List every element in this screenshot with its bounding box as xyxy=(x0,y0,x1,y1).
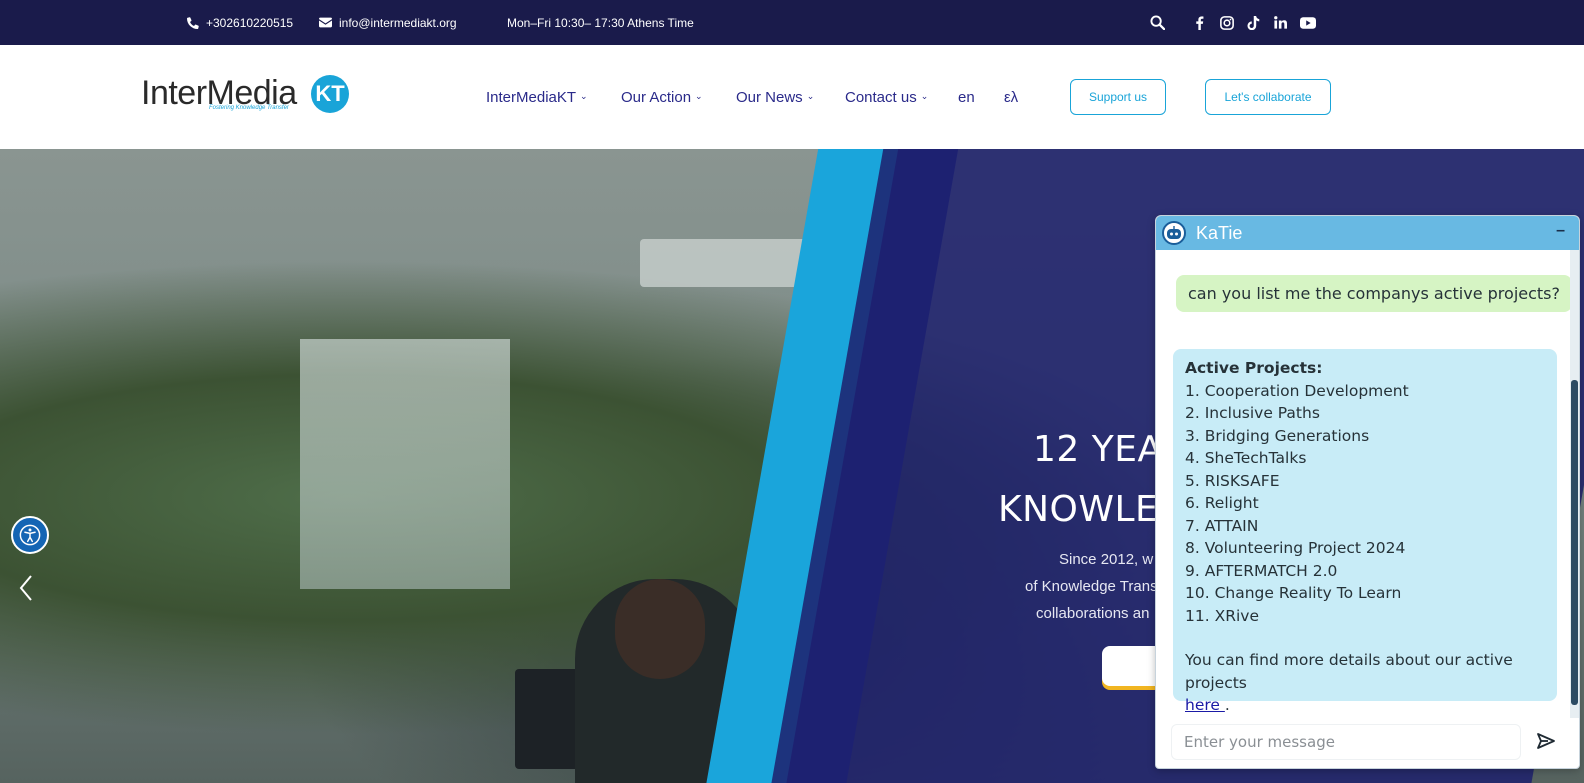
hours-text: Mon–Fri 10:30– 17:30 Athens Time xyxy=(507,15,694,30)
project-item: 8. Volunteering Project 2024 xyxy=(1185,539,1406,557)
email-contact[interactable]: info@intermediakt.org xyxy=(319,0,457,45)
lang-el[interactable]: ελ xyxy=(1004,89,1018,106)
project-list: 1. Cooperation Development 2. Inclusive … xyxy=(1185,380,1545,628)
chevron-down-icon: ⌄ xyxy=(580,90,588,101)
nav-label: Contact us xyxy=(845,88,917,106)
facebook-icon[interactable] xyxy=(1186,15,1213,30)
nav-item-our-action[interactable]: Our Action ⌄ xyxy=(621,89,703,106)
slider-prev-button[interactable] xyxy=(18,574,34,608)
logo-mark: KT xyxy=(311,75,349,113)
lets-collaborate-button[interactable]: Let's collaborate xyxy=(1205,79,1331,115)
phone-contact[interactable]: +302610220515 xyxy=(187,0,293,45)
envelope-icon xyxy=(319,17,332,28)
project-item: 1. Cooperation Development xyxy=(1185,381,1409,400)
bot-avatar-icon xyxy=(1162,221,1186,245)
chat-widget: KaTie – can you list me the companys act… xyxy=(1155,215,1580,769)
project-item: 10. Change Reality To Learn xyxy=(1185,584,1402,602)
nav-item-contact-us[interactable]: Contact us ⌄ xyxy=(845,89,928,106)
lang-en[interactable]: en xyxy=(958,89,975,106)
chevron-down-icon: ⌄ xyxy=(920,90,929,101)
email-text: info@intermediakt.org xyxy=(339,15,457,30)
site-logo[interactable]: InterMedia KT Fostering Knowledge Transf… xyxy=(141,73,353,117)
hero-photo-person-head xyxy=(615,579,705,679)
phone-text: +302610220515 xyxy=(206,15,294,30)
hero-subtitle-line1: Since 2012, w xyxy=(1059,551,1154,568)
user-message: can you list me the companys active proj… xyxy=(1176,275,1572,312)
logo-tagline: Fostering Knowledge Transfer xyxy=(209,105,289,111)
nav-label: ελ xyxy=(1004,88,1019,106)
accessibility-button[interactable] xyxy=(11,516,49,554)
chat-header: KaTie – xyxy=(1156,216,1579,250)
linkedin-icon[interactable] xyxy=(1267,16,1294,29)
hero-subtitle-line2: of Knowledge Trans xyxy=(1025,578,1158,595)
nav-label: Our News xyxy=(736,88,803,106)
link-suffix: . xyxy=(1224,696,1230,714)
bot-message: Active Projects: 1. Cooperation Developm… xyxy=(1173,349,1557,714)
chat-scrollbar-thumb[interactable] xyxy=(1571,380,1578,705)
nav-label: Our Action xyxy=(621,88,692,106)
nav-label: en xyxy=(958,88,975,106)
project-item: 6. Relight xyxy=(1185,494,1259,512)
accessibility-icon xyxy=(19,524,41,546)
phone-icon xyxy=(187,16,199,29)
chat-title: KaTie xyxy=(1196,223,1243,243)
project-item: 2. Inclusive Paths xyxy=(1185,404,1320,422)
send-button[interactable] xyxy=(1536,731,1558,753)
chat-scrollbar[interactable] xyxy=(1570,250,1579,718)
chevron-left-icon xyxy=(19,575,32,601)
projects-link[interactable]: here xyxy=(1185,696,1225,714)
support-us-button[interactable]: Support us xyxy=(1070,79,1166,115)
chevron-down-icon: ⌄ xyxy=(806,90,815,101)
chevron-down-icon: ⌄ xyxy=(695,90,703,101)
send-icon xyxy=(1537,733,1555,749)
project-item: 11. XRive xyxy=(1185,606,1259,625)
project-item: 5. RISKSAFE xyxy=(1185,471,1280,490)
office-hours: Mon–Fri 10:30– 17:30 Athens Time xyxy=(507,0,694,45)
tiktok-icon[interactable] xyxy=(1240,15,1267,30)
project-item: 4. SheTechTalks xyxy=(1185,449,1307,467)
project-item: 3. Bridging Generations xyxy=(1185,426,1370,445)
project-item: 7. ATTAIN xyxy=(1185,516,1259,535)
chat-messages: can you list me the companys active proj… xyxy=(1156,250,1572,716)
nav-label: InterMediaKT xyxy=(486,88,577,106)
social-links xyxy=(1186,0,1321,45)
instagram-icon[interactable] xyxy=(1213,15,1240,30)
nav-item-intermediakt[interactable]: InterMediaKT ⌄ xyxy=(486,89,588,106)
hero-photo-window xyxy=(300,339,510,589)
top-bar: +302610220515 info@intermediakt.org Mon–… xyxy=(0,0,1584,45)
nav-item-our-news[interactable]: Our News ⌄ xyxy=(736,89,814,106)
search-button[interactable] xyxy=(1150,0,1165,45)
project-item: 9. AFTERMATCH 2.0 xyxy=(1185,561,1338,580)
hero-subtitle-line3: collaborations an xyxy=(1036,605,1150,622)
search-icon xyxy=(1150,15,1165,30)
minimize-button[interactable]: – xyxy=(1556,222,1565,240)
bot-message-footer: You can find more details about our acti… xyxy=(1185,649,1545,717)
youtube-icon[interactable] xyxy=(1294,16,1321,29)
chat-message-input[interactable]: Enter your message xyxy=(1171,724,1521,760)
footer-text: You can find more details about our acti… xyxy=(1185,651,1513,692)
site-header: InterMedia KT Fostering Knowledge Transf… xyxy=(0,45,1584,149)
bot-message-heading: Active Projects: xyxy=(1185,359,1323,377)
